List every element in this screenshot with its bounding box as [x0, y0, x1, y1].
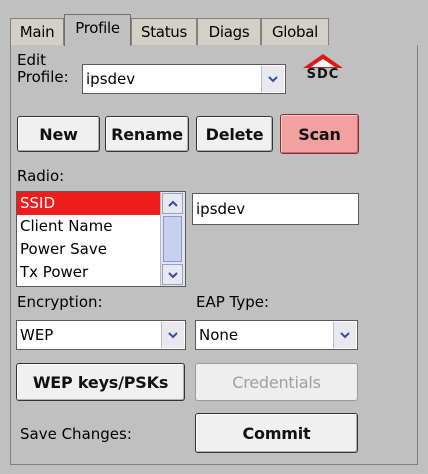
radio-value-text: ipsdev [196, 200, 246, 218]
credentials-button[interactable]: Credentials [195, 363, 358, 401]
profile-select[interactable]: ipsdev [82, 64, 286, 94]
wep-keys-button-label: WEP keys/PSKs [32, 372, 169, 392]
scroll-thumb[interactable] [163, 216, 182, 262]
save-changes-label: Save Changes: [20, 425, 132, 443]
chevron-up-icon [167, 200, 178, 207]
tab-main-label: Main [19, 23, 55, 41]
window-frame: Main Profile Status Diags Global Edit Pr… [0, 0, 428, 474]
credentials-button-label: Credentials [232, 372, 321, 392]
delete-button-label: Delete [205, 124, 264, 144]
profile-select-value: ipsdev [86, 70, 136, 88]
chevron-down-icon [168, 332, 178, 339]
eap-type-select-value: None [199, 326, 239, 344]
scan-button[interactable]: Scan [280, 114, 359, 154]
edit-profile-label: Edit Profile: [17, 52, 69, 86]
chevron-down-icon [268, 76, 278, 83]
rename-button[interactable]: Rename [105, 116, 189, 152]
chevron-down-icon [340, 332, 350, 339]
eap-type-select[interactable]: None [195, 320, 358, 350]
encryption-select-value: WEP [20, 326, 54, 344]
chevron-down-icon [167, 271, 178, 278]
eap-type-dropdown-button[interactable] [333, 322, 356, 348]
scroll-up-button[interactable] [162, 193, 183, 214]
edit-profile-label-line1: Edit [17, 51, 47, 69]
encryption-dropdown-button[interactable] [161, 322, 184, 348]
rename-button-label: Rename [111, 124, 183, 144]
commit-button[interactable]: Commit [195, 413, 358, 453]
commit-button-label: Commit [242, 423, 311, 443]
eap-type-label: EAP Type: [196, 293, 270, 311]
tab-status-label: Status [141, 23, 187, 41]
scan-button-label: Scan [298, 124, 341, 144]
tab-global-label: Global [271, 23, 319, 41]
radio-list-scrollbar[interactable] [160, 192, 185, 286]
new-button[interactable]: New [17, 116, 100, 152]
tab-global[interactable]: Global [261, 18, 329, 45]
sdc-logo-text: SDC [306, 67, 340, 82]
radio-settings-list[interactable]: SSID Client Name Power Save Tx Power [16, 191, 186, 287]
radio-value-input[interactable]: ipsdev [192, 193, 359, 225]
delete-button[interactable]: Delete [196, 116, 273, 152]
tab-profile-label: Profile [75, 19, 120, 37]
tab-main[interactable]: Main [10, 18, 64, 45]
radio-label: Radio: [17, 167, 65, 185]
tab-diags-label: Diags [208, 23, 250, 41]
sdc-logo: SDC [296, 52, 350, 86]
tab-diags[interactable]: Diags [197, 18, 261, 45]
wep-keys-button[interactable]: WEP keys/PSKs [16, 363, 185, 401]
encryption-select[interactable]: WEP [16, 320, 186, 350]
profile-select-dropdown-button[interactable] [261, 66, 284, 92]
new-button-label: New [39, 124, 78, 144]
tab-profile[interactable]: Profile [64, 14, 131, 46]
edit-profile-label-line2: Profile: [17, 68, 69, 86]
tab-status[interactable]: Status [131, 18, 197, 45]
scroll-down-button[interactable] [162, 264, 183, 285]
encryption-label: Encryption: [17, 293, 103, 311]
